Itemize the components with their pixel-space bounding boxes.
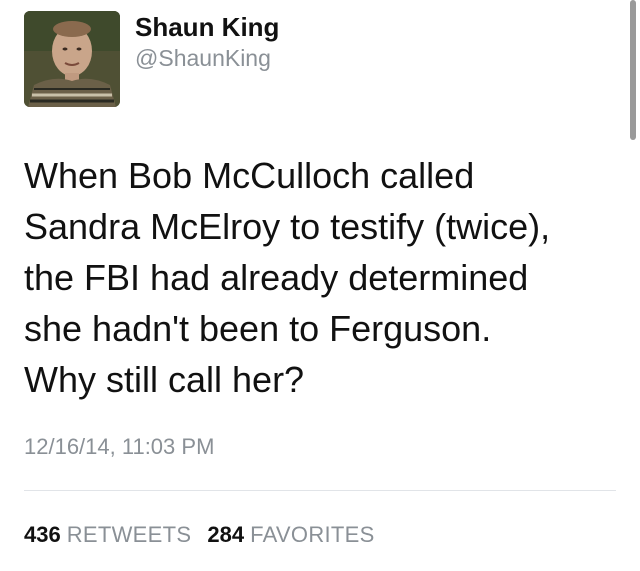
divider [24,490,616,491]
favorites-count: 284 [207,522,245,547]
author-name[interactable]: Shaun King [135,12,279,43]
profile-photo-icon [24,11,120,107]
tweet-text-line: Sandra McElroy to testify (twice), [24,206,551,247]
tweet-text-line: she hadn't been to Ferguson. [24,308,492,349]
tweet-text-line: the FBI had already determined [24,257,529,298]
tweet-stats: 436 RETWEETS 284 FAVORITES [24,522,375,548]
avatar[interactable] [24,11,120,107]
retweets-label: RETWEETS [66,522,192,547]
tweet-text-line: Why still call her? [24,359,305,400]
scrollbar[interactable] [630,0,636,140]
author-handle[interactable]: @ShaunKing [135,45,271,72]
favorites-label: FAVORITES [250,522,375,547]
tweet-text-line: When Bob McCulloch called [24,155,475,196]
tweet-timestamp: 12/16/14, 11:03 PM [24,434,215,459]
tweet-text: When Bob McCulloch called Sandra McElroy… [24,150,624,405]
retweets-count: 436 [24,522,61,547]
tweet-card: Shaun King @ShaunKing When Bob McCulloch… [0,0,640,571]
favorites-stat[interactable]: 284 FAVORITES [207,522,374,547]
retweets-stat[interactable]: 436 RETWEETS [24,522,191,547]
